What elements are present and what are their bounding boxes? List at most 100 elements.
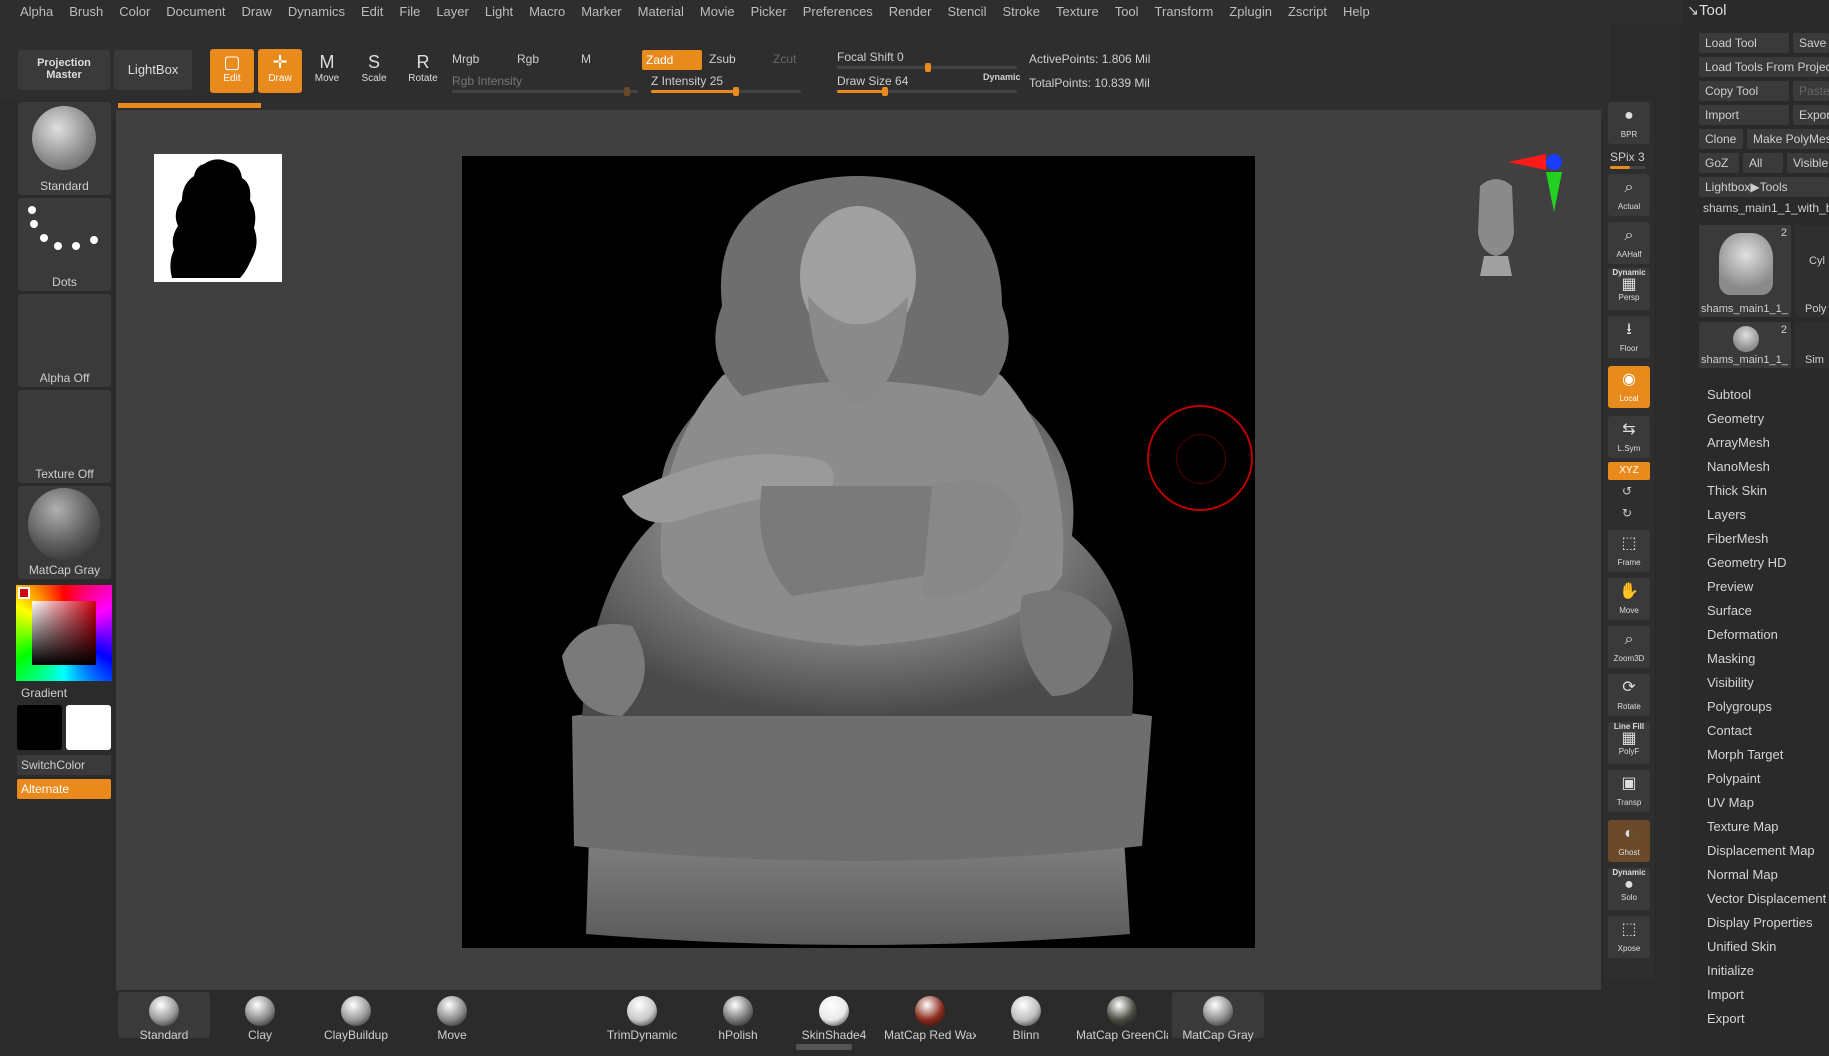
zcut-button[interactable]: Zcut — [773, 52, 796, 66]
tool-thumbnail-1[interactable]: 2 shams_main1_1_ — [1699, 225, 1791, 317]
bottom-item-blinn[interactable]: Blinn — [980, 992, 1072, 1042]
rotate-button[interactable]: R Rotate — [401, 49, 445, 93]
spix-label[interactable]: SPix 3 — [1610, 150, 1645, 164]
menu-macro[interactable]: Macro — [521, 4, 573, 19]
section-thick-skin[interactable]: Thick Skin — [1707, 479, 1829, 503]
menu-material[interactable]: Material — [630, 4, 692, 19]
solo-button[interactable]: Dynamic ● Solo — [1608, 868, 1650, 910]
load-from-project-button[interactable]: Load Tools From Project — [1699, 57, 1829, 77]
rgb-button[interactable]: Rgb — [517, 52, 539, 66]
menu-tool[interactable]: Tool — [1107, 4, 1147, 19]
material-selector[interactable]: MatCap Gray — [18, 486, 111, 579]
make-polymesh-button[interactable]: Make PolyMesh3D — [1747, 129, 1829, 149]
main-color-swatch[interactable] — [17, 705, 62, 750]
texture-selector[interactable]: Texture Off — [18, 390, 111, 483]
menu-brush[interactable]: Brush — [61, 4, 111, 19]
bottom-item-matcap-gray[interactable]: MatCap Gray — [1172, 992, 1264, 1042]
section-masking[interactable]: Masking — [1707, 647, 1829, 671]
xyz-button[interactable]: XYZ — [1608, 462, 1650, 480]
bpr-button[interactable]: ● BPR — [1608, 102, 1650, 144]
section-polypaint[interactable]: Polypaint — [1707, 767, 1829, 791]
switch-color-button[interactable]: SwitchColor — [17, 755, 111, 775]
export-tool-button[interactable]: Export — [1793, 105, 1829, 125]
move-button[interactable]: M Move — [305, 49, 349, 93]
mrgb-button[interactable]: Mrgb — [452, 52, 479, 66]
alpha-selector[interactable]: Alpha Off — [18, 294, 111, 387]
scale-button[interactable]: S Scale — [352, 49, 396, 93]
gradient-label[interactable]: Gradient — [21, 686, 67, 700]
section-surface[interactable]: Surface — [1707, 599, 1829, 623]
menu-zplugin[interactable]: Zplugin — [1221, 4, 1280, 19]
menu-movie[interactable]: Movie — [692, 4, 743, 19]
section-unified-skin[interactable]: Unified Skin — [1707, 935, 1829, 959]
section-preview[interactable]: Preview — [1707, 575, 1829, 599]
menu-file[interactable]: File — [391, 4, 428, 19]
zsub-button[interactable]: Zsub — [709, 52, 736, 66]
save-tool-button[interactable]: Save — [1793, 33, 1829, 53]
zoom3d-button[interactable]: ⌕ Zoom3D — [1608, 626, 1650, 668]
menu-transform[interactable]: Transform — [1147, 4, 1222, 19]
bottom-item-move[interactable]: Move — [406, 992, 498, 1042]
lsym-button[interactable]: ⇆ L.Sym — [1608, 416, 1650, 458]
menu-help[interactable]: Help — [1335, 4, 1378, 19]
rotate-y-icon[interactable]: ↺ — [1622, 484, 1632, 498]
shelf-handle-icon[interactable] — [796, 1044, 852, 1050]
section-arraymesh[interactable]: ArrayMesh — [1707, 431, 1829, 455]
clone-button[interactable]: Clone — [1699, 129, 1743, 149]
section-fibermesh[interactable]: FiberMesh — [1707, 527, 1829, 551]
local-button[interactable]: ◉ Local — [1608, 366, 1650, 408]
section-normal-map[interactable]: Normal Map — [1707, 863, 1829, 887]
section-visibility[interactable]: Visibility — [1707, 671, 1829, 695]
section-display-properties[interactable]: Display Properties — [1707, 911, 1829, 935]
bottom-item-trimdynamic[interactable]: TrimDynamic — [596, 992, 688, 1042]
axis-gizmo[interactable] — [1506, 150, 1566, 214]
section-nanomesh[interactable]: NanoMesh — [1707, 455, 1829, 479]
frame-button[interactable]: ⬚ Frame — [1608, 530, 1650, 572]
tool-thumbnail-2[interactable]: 2 shams_main1_1_ — [1699, 322, 1791, 368]
move-view-button[interactable]: ✋ Move — [1608, 578, 1650, 620]
menu-layer[interactable]: Layer — [428, 4, 477, 19]
aahalf-button[interactable]: ⌕ AAHalf — [1608, 222, 1650, 264]
zadd-button[interactable]: Zadd — [642, 50, 702, 70]
section-import[interactable]: Import — [1707, 983, 1829, 1007]
section-polygroups[interactable]: Polygroups — [1707, 695, 1829, 719]
menu-render[interactable]: Render — [881, 4, 940, 19]
tool-panel-title[interactable]: Tool — [1699, 2, 1727, 19]
section-layers[interactable]: Layers — [1707, 503, 1829, 527]
actual-button[interactable]: ⌕ Actual — [1608, 174, 1650, 216]
load-tool-button[interactable]: Load Tool — [1699, 33, 1789, 53]
spix-slider[interactable] — [1610, 166, 1646, 169]
menu-stroke[interactable]: Stroke — [994, 4, 1048, 19]
bottom-item-skinshade4[interactable]: SkinShade4 — [788, 992, 880, 1042]
menu-picker[interactable]: Picker — [743, 4, 795, 19]
z-intensity-slider[interactable] — [651, 87, 801, 96]
rgb-intensity-slider[interactable] — [452, 87, 638, 96]
rotate-view-button[interactable]: ⟳ Rotate — [1608, 674, 1650, 716]
secondary-color-swatch[interactable] — [66, 705, 111, 750]
dynamic-toggle[interactable]: Dynamic — [983, 72, 1021, 82]
section-displacement-map[interactable]: Displacement Map — [1707, 839, 1829, 863]
alternate-button[interactable]: Alternate — [17, 779, 111, 799]
draw-size-slider[interactable] — [837, 87, 1017, 96]
section-texture-map[interactable]: Texture Map — [1707, 815, 1829, 839]
rotate-z-icon[interactable]: ↻ — [1622, 506, 1632, 520]
persp-button[interactable]: Dynamic ▦ Persp — [1608, 268, 1650, 310]
import-tool-button[interactable]: Import — [1699, 105, 1789, 125]
current-tool-name[interactable]: shams_main1_1_with_base — [1703, 201, 1829, 215]
bottom-item-hpolish[interactable]: hPolish — [692, 992, 784, 1042]
xpose-button[interactable]: ⬚ Xpose — [1608, 916, 1650, 958]
edit-button[interactable]: ▢ Edit — [210, 49, 254, 93]
goz-button[interactable]: GoZ — [1699, 153, 1739, 173]
section-contact[interactable]: Contact — [1707, 719, 1829, 743]
tool-pin-icon[interactable]: ↘ — [1687, 2, 1699, 19]
section-deformation[interactable]: Deformation — [1707, 623, 1829, 647]
viewport[interactable] — [462, 156, 1255, 948]
menu-light[interactable]: Light — [477, 4, 521, 19]
bottom-item-standard[interactable]: Standard — [118, 992, 210, 1042]
stroke-selector[interactable]: Dots — [18, 198, 111, 291]
menu-stencil[interactable]: Stencil — [939, 4, 994, 19]
section-export[interactable]: Export — [1707, 1007, 1829, 1031]
bottom-item-clay[interactable]: Clay — [214, 992, 306, 1042]
polyf-button[interactable]: Line Fill ▦ PolyF — [1608, 722, 1650, 764]
paste-tool-button[interactable]: Paste — [1793, 81, 1829, 101]
